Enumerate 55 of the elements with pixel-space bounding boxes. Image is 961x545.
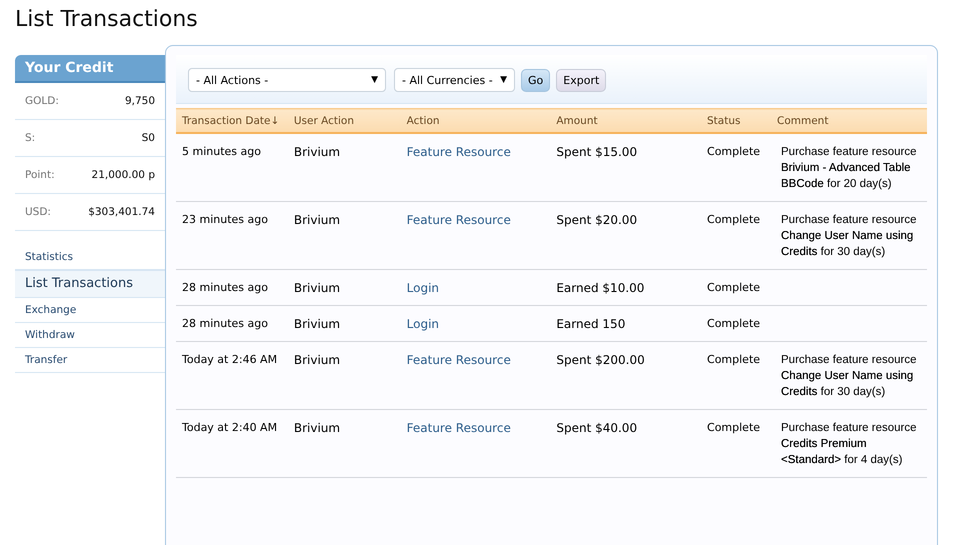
amount-cell: Spent $15.00 [556, 145, 638, 159]
credit-value: $303,401.74 [88, 206, 155, 218]
status-cell: Complete [707, 281, 760, 294]
date-cell: 5 minutes ago [182, 145, 261, 158]
user-cell: Brivium [294, 145, 340, 159]
credit-value: S0 [142, 132, 155, 144]
status-cell: Complete [707, 317, 760, 330]
amount-cell: Spent $20.00 [556, 213, 638, 227]
comment-cell-text: Purchase feature resource Credits Premium <Standard> for 4 day(s) [780, 421, 918, 468]
sidebar-title: Your Credit [15, 55, 165, 83]
column-header: Comment [777, 114, 828, 126]
user-cell: Brivium [294, 213, 340, 227]
select-dropdown[interactable]: - All Actions - ▼ [188, 68, 386, 92]
filter-button[interactable]: Go [521, 68, 550, 92]
column-header: Amount [556, 114, 598, 126]
column-header: Status [707, 114, 740, 126]
column-header: User Action [294, 114, 354, 126]
user-cell: Brivium [294, 421, 340, 435]
date-cell: 28 minutes ago [182, 317, 268, 330]
page-title: List Transactions [15, 6, 199, 34]
user-cell: Brivium [294, 281, 340, 295]
status-cell: Complete [707, 421, 760, 434]
user-cell: Brivium [294, 353, 340, 367]
sortable-header[interactable]: Transaction Date↓ [182, 114, 280, 126]
action-link[interactable]: Feature Resource [406, 213, 511, 227]
credit-value: 21,000.00 p [92, 169, 155, 181]
sidebar-link[interactable]: List Transactions [15, 270, 165, 298]
column-header: Action [406, 114, 440, 126]
date-cell: Today at 2:46 AM [182, 353, 278, 366]
comment-cell-text: Purchase feature resource Change User Name using Credits for 30 day(s) [780, 353, 918, 400]
amount-cell: Spent $200.00 [556, 353, 645, 367]
amount-cell: Earned $10.00 [556, 281, 644, 295]
action-link[interactable]: Feature Resource [406, 421, 511, 435]
action-link[interactable]: Login [406, 317, 440, 331]
date-cell: Today at 2:40 AM [182, 421, 278, 434]
status-cell: Complete [707, 145, 760, 158]
comment-cell-text: Purchase feature resource Brivium - Advanced Table BBCode for 20 day(s) [780, 145, 918, 192]
credit-label: Point: [25, 169, 55, 181]
amount-cell: Spent $40.00 [556, 421, 638, 435]
action-link[interactable]: Login [406, 281, 440, 295]
status-cell: Complete [707, 353, 760, 366]
date-cell: 23 minutes ago [182, 213, 268, 226]
filter-button[interactable]: Export [556, 68, 606, 92]
action-link[interactable]: Feature Resource [406, 145, 511, 159]
credit-value: 9,750 [124, 95, 155, 107]
credit-label: GOLD: [25, 95, 59, 107]
credit-label: S: [25, 132, 36, 144]
action-link[interactable]: Feature Resource [406, 353, 511, 367]
amount-cell: Earned 150 [556, 317, 626, 331]
credit-label: USD: [25, 206, 51, 218]
select-dropdown[interactable]: - All Currencies - ▼ [394, 68, 515, 92]
user-cell: Brivium [294, 317, 340, 331]
status-cell: Complete [707, 213, 760, 226]
comment-cell-text: Purchase feature resource Change User Name using Credits for 30 day(s) [780, 213, 918, 260]
date-cell: 28 minutes ago [182, 281, 268, 294]
